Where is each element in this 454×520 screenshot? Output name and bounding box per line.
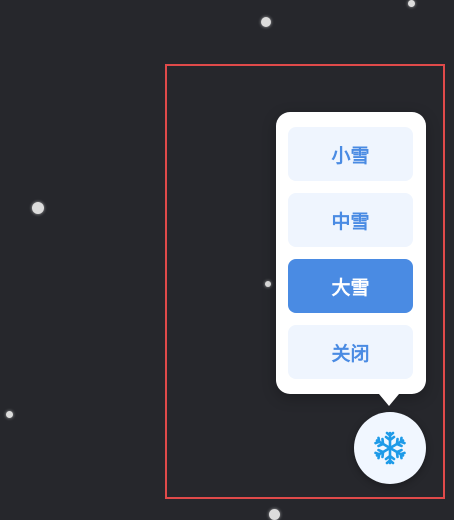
snow-toggle-button[interactable]	[354, 412, 426, 484]
snowflake-particle	[6, 411, 13, 418]
snowflake-particle	[261, 17, 271, 27]
snow-intensity-menu: 小雪 中雪 大雪 关闭	[276, 112, 426, 406]
snowflake-icon	[373, 431, 407, 465]
option-heavy-snow[interactable]: 大雪	[288, 259, 413, 313]
option-moderate-snow[interactable]: 中雪	[288, 193, 413, 247]
snowflake-particle	[408, 0, 415, 7]
snowflake-particle	[32, 202, 44, 214]
snow-canvas: 小雪 中雪 大雪 关闭	[0, 0, 454, 520]
snowflake-particle	[269, 509, 280, 520]
option-off[interactable]: 关闭	[288, 325, 413, 379]
option-light-snow[interactable]: 小雪	[288, 127, 413, 181]
